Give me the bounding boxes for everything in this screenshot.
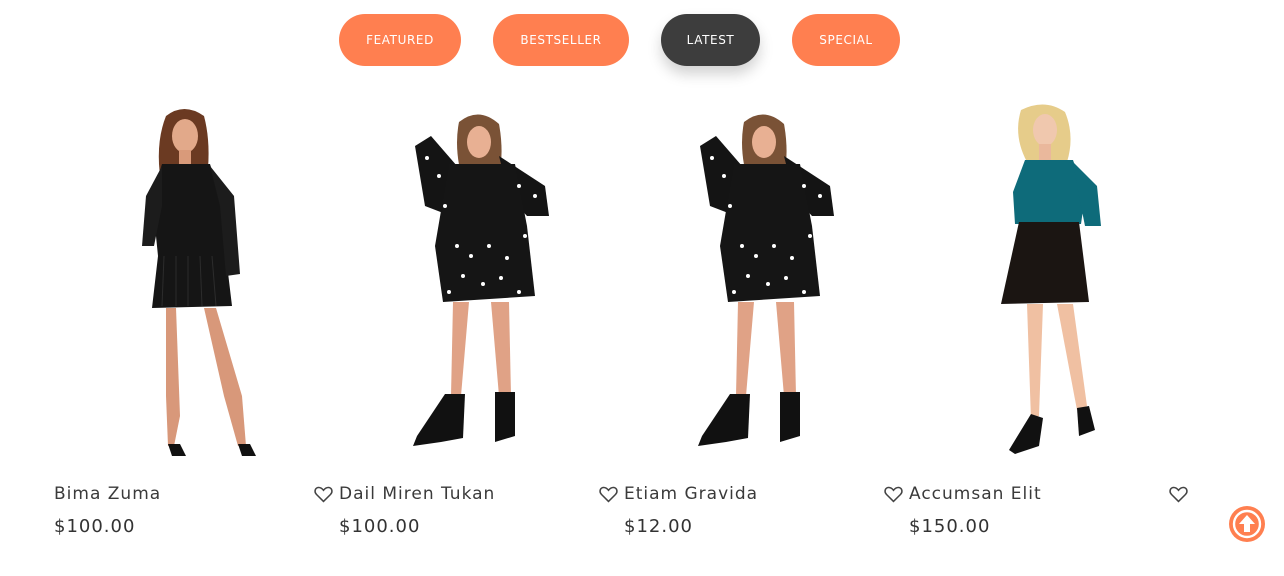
product-price: $100.00 xyxy=(54,516,136,537)
product-price: $100.00 xyxy=(339,516,421,537)
tab-bestseller[interactable]: BESTSELLER xyxy=(493,14,629,66)
product-card: Accumsan Elit $150.00 xyxy=(909,96,1179,556)
product-image[interactable] xyxy=(909,96,1179,466)
product-card: Etiam Gravida $12.00 xyxy=(624,96,894,556)
product-name[interactable]: Accumsan Elit xyxy=(909,484,1042,504)
scroll-top-button[interactable] xyxy=(1229,506,1265,542)
product-image[interactable] xyxy=(624,96,894,466)
tab-latest[interactable]: LATEST xyxy=(661,14,760,66)
product-price: $12.00 xyxy=(624,516,693,537)
product-image[interactable] xyxy=(339,96,609,466)
tab-special[interactable]: SPECIAL xyxy=(792,14,900,66)
product-name[interactable]: Dail Miren Tukan xyxy=(339,484,495,504)
tab-featured[interactable]: FEATURED xyxy=(339,14,461,66)
product-card: Dail Miren Tukan $100.00 xyxy=(339,96,609,556)
product-card: Bima Zuma $100.00 xyxy=(54,96,324,556)
heart-icon[interactable] xyxy=(599,486,618,503)
product-price: $150.00 xyxy=(909,516,991,537)
product-name[interactable]: Bima Zuma xyxy=(54,484,161,504)
product-name[interactable]: Etiam Gravida xyxy=(624,484,758,504)
product-image[interactable] xyxy=(54,96,324,466)
product-tabs: FEATURED BESTSELLER LATEST SPECIAL xyxy=(0,14,1284,68)
heart-icon[interactable] xyxy=(314,486,333,503)
heart-icon[interactable] xyxy=(1169,486,1188,503)
heart-icon[interactable] xyxy=(884,486,903,503)
arrow-up-circle-icon xyxy=(1232,509,1262,539)
